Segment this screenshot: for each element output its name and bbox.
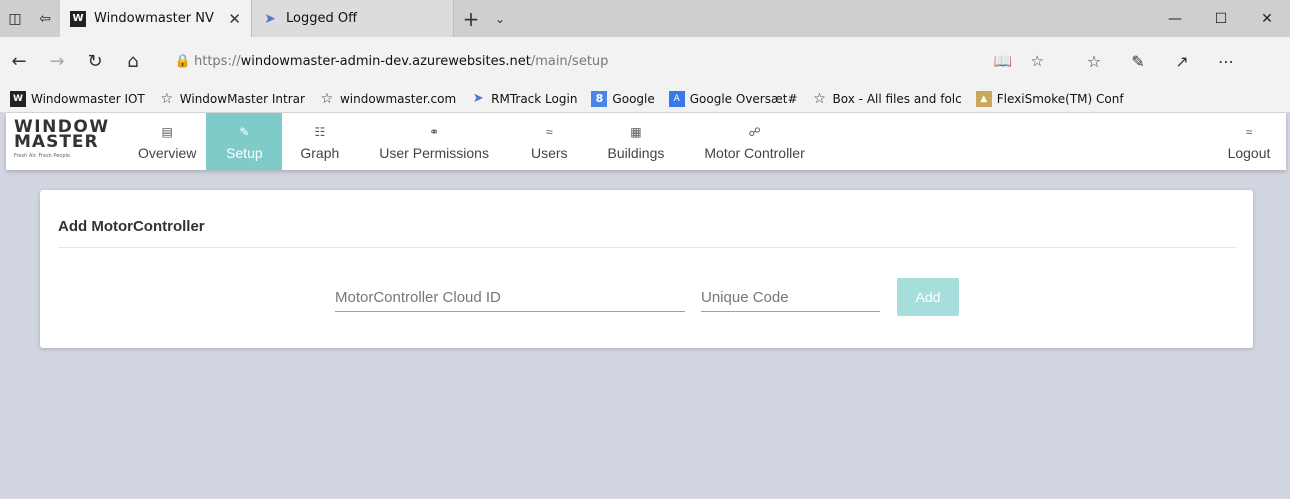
favorite-link[interactable]: ☆ windowmaster.com	[319, 91, 456, 107]
motor-controller-icon: ☍	[748, 124, 761, 139]
overview-icon: ▤	[161, 124, 173, 139]
favorite-label: Box - All files and folc	[832, 91, 962, 106]
favorites-bar: W Windowmaster IOT ☆ WindowMaster Intrar…	[0, 85, 1290, 113]
cloud-id-input[interactable]	[335, 284, 685, 312]
favorite-link[interactable]: ▲ FlexiSmoke(TM) Conf	[975, 90, 1124, 107]
minimize-icon[interactable]: —	[1152, 0, 1198, 37]
google-icon: 8	[591, 90, 608, 107]
reading-view-icon[interactable]: 📖	[994, 52, 1013, 70]
windowmaster-icon: W	[10, 90, 26, 107]
refresh-icon[interactable]: ↻	[76, 37, 114, 85]
tab-actions-icon[interactable]: ◫	[0, 0, 30, 37]
nav-label: Setup	[226, 144, 263, 161]
home-icon[interactable]: ⌂	[114, 37, 152, 85]
nav-logout[interactable]: ≈ Logout	[1212, 113, 1286, 170]
star-icon: ☆	[320, 90, 334, 107]
browser-tab-windowmaster[interactable]: W Windowmaster NV ✕	[60, 0, 252, 37]
tab-title: Windowmaster NV	[94, 11, 214, 26]
buildings-icon: ▦	[630, 124, 642, 139]
browser-tools: ☆ ✎ ↗ ⋯	[1072, 52, 1248, 71]
card-title: Add MotorController	[58, 218, 205, 235]
logo-tagline: Fresh Air. Fresh People.	[14, 153, 72, 159]
favorite-label: windowmaster.com	[339, 91, 457, 106]
graph-icon: ☷	[314, 124, 326, 139]
wrench-icon: ✎	[239, 124, 250, 139]
flexismoke-icon: ▲	[975, 90, 992, 107]
nav-label: Logout	[1227, 144, 1271, 161]
favorites-hub-icon[interactable]: ☆	[1072, 52, 1116, 71]
new-tab-button[interactable]: +	[454, 0, 488, 37]
card-divider	[58, 247, 1237, 248]
favorite-link[interactable]: ➤ RMTrack Login	[470, 91, 578, 107]
favorite-link[interactable]: 8 Google	[591, 90, 655, 107]
favorite-star-icon[interactable]: ☆	[1031, 52, 1044, 70]
favorite-link[interactable]: W Windowmaster IOT	[10, 90, 145, 107]
nav-label: Motor Controller	[704, 144, 805, 161]
lock-icon: 🔒	[174, 53, 192, 69]
star-icon: ☆	[160, 90, 174, 107]
nav-label: Users	[530, 144, 568, 161]
url-host: windowmaster-admin-dev.azurewebsites.net	[240, 53, 531, 69]
nav-buildings[interactable]: ▦ Buildings	[588, 113, 685, 170]
favorite-label: Google Oversæt#	[689, 91, 798, 106]
favorite-label: Windowmaster IOT	[31, 91, 145, 106]
leaf-favicon-icon: ➤	[264, 10, 276, 27]
back-icon[interactable]: ←	[0, 37, 38, 85]
browser-tab-logged-off[interactable]: ➤ Logged Off	[252, 0, 454, 37]
users-icon: ≈	[545, 124, 553, 139]
url-path: /main/setup	[530, 53, 609, 69]
more-icon[interactable]: ⋯	[1204, 52, 1248, 71]
nav-label: Buildings	[607, 144, 665, 161]
share-icon[interactable]: ↗	[1160, 52, 1204, 71]
logo-line-2: MASTER	[14, 132, 99, 152]
set-aside-tabs-icon[interactable]: ⇦	[30, 0, 60, 37]
favorite-link[interactable]: A Google Oversæt#	[668, 90, 798, 107]
url-protocol: https://	[194, 53, 241, 69]
permissions-icon: ⚭	[429, 124, 440, 139]
web-note-icon[interactable]: ✎	[1116, 52, 1160, 71]
browser-address-bar: ← → ↻ ⌂ 🔒 https:// windowmaster-admin-de…	[0, 37, 1290, 85]
users-icon: ≈	[1245, 124, 1253, 139]
add-motorcontroller-card: Add MotorController Add	[40, 190, 1253, 348]
close-window-icon[interactable]: ✕	[1244, 0, 1290, 37]
favorite-label: FlexiSmoke(TM) Conf	[996, 91, 1124, 106]
windowmaster-logo[interactable]: WINDOW MASTER Fresh Air. Fresh People.	[6, 113, 128, 170]
favorite-link[interactable]: ☆ WindowMaster Intrar	[159, 90, 305, 107]
maximize-icon[interactable]: ☐	[1198, 0, 1244, 37]
close-tab-icon[interactable]: ✕	[228, 10, 241, 28]
url-field[interactable]: 🔒 https:// windowmaster-admin-dev.azurew…	[172, 45, 1052, 77]
nav-motor-controller[interactable]: ☍ Motor Controller	[684, 113, 824, 170]
favorite-label: RMTrack Login	[491, 91, 578, 106]
nav-graph[interactable]: ☷ Graph	[282, 113, 357, 170]
windowmaster-favicon-icon: W	[70, 10, 86, 27]
forward-icon[interactable]: →	[38, 37, 76, 85]
tab-title: Logged Off	[286, 11, 358, 26]
rmtrack-icon: ➤	[472, 91, 484, 106]
nav-user-permissions[interactable]: ⚭ User Permissions	[357, 113, 511, 170]
google-translate-icon: A	[668, 90, 685, 107]
nav-label: Overview	[138, 144, 197, 161]
nav-setup[interactable]: ✎ Setup	[206, 113, 283, 170]
tab-preview-chevron-icon[interactable]: ⌄	[488, 0, 512, 37]
favorite-link[interactable]: ☆ Box - All files and folc	[812, 90, 962, 107]
favorite-label: Google	[612, 91, 655, 106]
nav-users[interactable]: ≈ Users	[511, 113, 588, 170]
add-button[interactable]: Add	[897, 278, 959, 316]
nav-label: User Permissions	[379, 144, 489, 161]
app-navbar: WINDOW MASTER Fresh Air. Fresh People. ▤…	[6, 113, 1286, 170]
browser-tabstrip: ◫ ⇦ W Windowmaster NV ✕ ➤ Logged Off + ⌄…	[0, 0, 1290, 37]
unique-code-input[interactable]	[701, 284, 880, 312]
nav-label: Graph	[300, 144, 340, 161]
star-icon: ☆	[813, 90, 826, 107]
favorite-label: WindowMaster Intrar	[179, 91, 305, 106]
nav-overview[interactable]: ▤ Overview	[128, 113, 206, 170]
window-controls: — ☐ ✕	[1152, 0, 1290, 37]
